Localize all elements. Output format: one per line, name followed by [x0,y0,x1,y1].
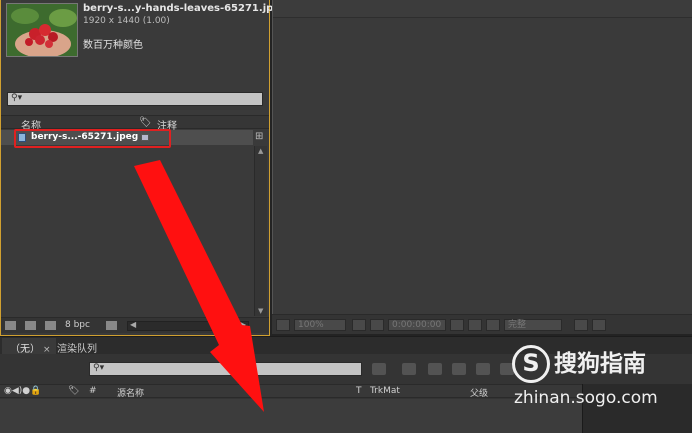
scroll-up-icon[interactable]: ▲ [258,147,263,155]
search-icon: ⚲▾ [93,363,105,373]
timeline-search-input[interactable]: ⚲▾ [89,362,362,376]
motion-blur-icon[interactable] [476,363,490,375]
frame-blending-icon[interactable] [452,363,466,375]
label-tag-icon[interactable]: 🏷 [68,386,79,396]
watermark-url: zhinan.sogo.com [514,388,658,408]
label-tag-icon[interactable]: 🏷 [139,117,152,128]
flowchart-icon[interactable]: ⊞ [255,131,263,142]
timecode-display[interactable]: 0:00:00:00 [388,319,446,331]
resolution-select[interactable]: 完整 [504,319,562,331]
sogou-watermark: S 搜狗指南 zhinan.sogo.com [510,342,692,412]
search-icon: ⚲▾ [11,93,23,103]
project-column-header: 名称 🏷 注释 [1,115,269,132]
sogou-logo-icon: S [512,345,550,383]
always-preview-icon[interactable] [276,319,290,331]
file-color-depth: 数百万种颜色 [83,40,143,51]
column-source-name[interactable]: 源名称 [117,386,144,399]
column-number: # [89,386,97,396]
file-name[interactable]: berry-s...y-hands-leaves-65271.jpeg ▾ [83,3,296,14]
draft-3d-icon[interactable] [402,363,416,375]
project-search-input[interactable]: ⚲▾ [7,92,263,106]
watermark-brand: 搜狗指南 [554,351,646,377]
transparency-grid-icon[interactable] [592,319,606,331]
project-vertical-scrollbar[interactable]: ▲ ▼ [254,146,267,316]
column-parent[interactable]: 父级 [470,386,488,399]
camera-icon[interactable] [450,319,464,331]
zoom-select[interactable]: 100% [294,319,346,331]
interpret-footage-icon[interactable] [5,321,16,330]
trash-icon[interactable] [106,321,117,330]
scroll-down-icon[interactable]: ▼ [258,307,263,315]
project-horizontal-scrollbar[interactable]: ◀ ▶ [127,320,249,331]
image-thumbnail [6,3,78,57]
layer-column-header: ◉◀)●🔒 🏷 # 源名称 T TrkMat 父级 [0,384,582,399]
layer-list [0,399,582,433]
grid-icon[interactable] [370,319,384,331]
composition-viewer [272,0,692,314]
color-channel-icon[interactable] [468,319,482,331]
tab-none[interactable]: （无） × [2,338,56,355]
project-panel: berry-s...y-hands-leaves-65271.jpeg ▾ 19… [0,0,296,336]
column-trkmat[interactable]: TrkMat [370,386,400,396]
visibility-icon[interactable]: ◉◀)●🔒 [4,386,41,396]
viewer-toolbar: 100% 0:00:00:00 完整 [272,314,692,334]
selection-highlight-box [14,129,171,148]
file-dimensions: 1920 x 1440 (1.00) [83,16,170,26]
comp-mini-flowchart-icon[interactable] [372,363,386,375]
new-folder-icon[interactable] [25,321,36,330]
scroll-left-icon[interactable]: ◀ [130,320,136,329]
hide-shy-layers-icon[interactable] [428,363,442,375]
rgb-icon[interactable] [486,319,500,331]
fit-icon[interactable] [352,319,366,331]
scroll-right-icon[interactable]: ▶ [240,320,246,329]
region-of-interest-icon[interactable] [574,319,588,331]
new-composition-icon[interactable] [45,321,56,330]
project-footer: 8 bpc ◀ ▶ [1,317,269,333]
column-t: T [356,386,362,396]
viewer-tab-bar [273,0,692,18]
tab-render-queue[interactable]: 渲染队列 [57,340,97,355]
bit-depth-button[interactable]: 8 bpc [65,320,90,330]
